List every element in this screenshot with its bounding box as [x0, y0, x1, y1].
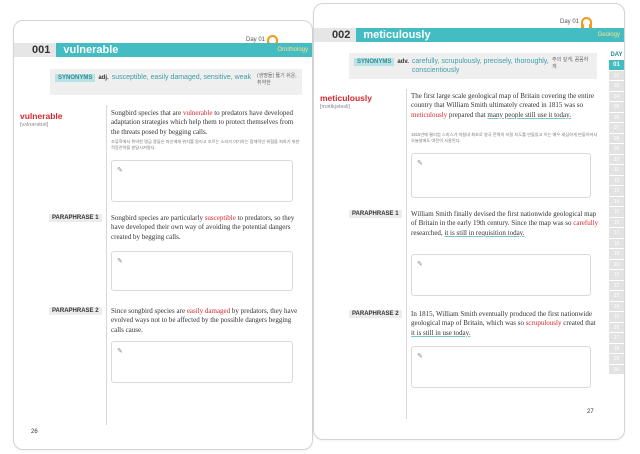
- pencil-icon: ✎: [417, 160, 423, 167]
- day-tabs-label: DAY: [610, 52, 623, 58]
- day-tab-08[interactable]: 08: [609, 133, 624, 144]
- page-number: 27: [587, 409, 594, 415]
- day-tab-11[interactable]: 11: [609, 165, 624, 176]
- day-tab-13[interactable]: 13: [609, 186, 624, 197]
- page-number: 26: [31, 429, 38, 435]
- day-tab-14[interactable]: 14: [609, 196, 624, 207]
- day-tab-30[interactable]: 30: [609, 364, 624, 375]
- headword: meticulously: [320, 93, 372, 103]
- day-label: Day 01: [560, 19, 580, 25]
- entry-subject: Geology: [597, 32, 620, 38]
- synonyms-tag: SYNONYMS: [55, 74, 96, 82]
- entry-header: 002 meticulously Geology: [314, 28, 624, 42]
- entry-word: vulnerable Ornithology: [56, 43, 312, 57]
- day-tab-03[interactable]: 03: [609, 81, 624, 92]
- entry-word-text: vulnerable: [63, 44, 119, 56]
- entry-number: 002: [314, 28, 357, 42]
- paraphrase-2-label: PARAPHRASE 2: [49, 307, 102, 315]
- day-tab-16[interactable]: 16: [609, 217, 624, 228]
- day-tab-21[interactable]: 21: [609, 270, 624, 281]
- korean-translation: 1815년에 윌리엄 스미스가 마침내 최초로 영국 전역의 지질 지도를 만들…: [411, 132, 598, 143]
- paraphrase-1-sentence: William Smith finally devised the first …: [411, 210, 599, 237]
- entry-word: meticulously Geology: [356, 28, 624, 42]
- day-tab-19[interactable]: 19: [609, 249, 624, 260]
- day-tab-27[interactable]: 27: [609, 333, 624, 344]
- paraphrase-2-label: PARAPHRASE 2: [349, 310, 402, 318]
- day-tab-24[interactable]: 24: [609, 301, 624, 312]
- korean-translation: 조류학에서 취약한 명금 종들은 자신에게 위치를 알리고 조르는 소리가 야기…: [111, 139, 300, 150]
- keyword-highlight: easily damaged: [186, 307, 231, 315]
- headphones-icon[interactable]: [581, 17, 593, 29]
- day-tab-07[interactable]: 07: [609, 123, 624, 134]
- underlined-phrase: it is still in requisition today.: [444, 228, 525, 237]
- synonyms-list: carefully, scrupulously, precisely, thor…: [411, 58, 549, 74]
- day-tab-28[interactable]: 28: [609, 343, 624, 354]
- pencil-icon: ✎: [417, 353, 423, 360]
- day-tab-05[interactable]: 05: [609, 102, 624, 113]
- day-tabs: DAY 01 02 03 04 05 06 07 08 09 10 11 12 13 14 15 16 17 18…: [609, 52, 624, 375]
- memo-box[interactable]: ✎: [111, 341, 293, 383]
- part-of-speech: adj.: [98, 75, 109, 81]
- memo-box[interactable]: ✎: [411, 254, 591, 296]
- day-tab-23[interactable]: 23: [609, 291, 624, 302]
- synonyms-box: SYNONYMS adv. carefully, scrupulously, p…: [349, 53, 597, 79]
- day-tab-15[interactable]: 15: [609, 207, 624, 218]
- day-tab-12[interactable]: 12: [609, 175, 624, 186]
- keyword-highlight: susceptible: [204, 214, 236, 222]
- pronunciation: [mətikjələsli]: [320, 104, 350, 110]
- pencil-icon: ✎: [117, 348, 123, 355]
- entry-header: 001 vulnerable Ornithology: [14, 43, 312, 57]
- entry-word-text: meticulously: [363, 29, 431, 41]
- example-sentence: The first large scale geological map of …: [411, 92, 594, 119]
- pencil-icon: ✎: [117, 167, 123, 174]
- keyword-highlight: scrupulously: [525, 319, 562, 328]
- column-divider: [406, 89, 407, 419]
- day-tab-18[interactable]: 18: [609, 238, 624, 249]
- day-tab-06[interactable]: 06: [609, 112, 624, 123]
- headword: vulnerable: [20, 111, 63, 121]
- day-tab-02[interactable]: 02: [609, 70, 624, 81]
- pencil-icon: ✎: [117, 258, 123, 265]
- day-tab-20[interactable]: 20: [609, 259, 624, 270]
- synonyms-tag: SYNONYMS: [354, 58, 395, 66]
- synonyms-list: susceptible, easily damaged, sensitive, …: [111, 74, 251, 81]
- paraphrase-1-label: PARAPHRASE 1: [49, 214, 102, 222]
- day-tab-25[interactable]: 25: [609, 312, 624, 323]
- day-tab-01[interactable]: 01: [609, 60, 624, 71]
- day-tab-10[interactable]: 10: [609, 154, 624, 165]
- day-tab-04[interactable]: 04: [609, 91, 624, 102]
- paraphrase-2-sentence: Since songbird species are easily damage…: [111, 307, 298, 334]
- entry-subject: Ornithology: [277, 47, 308, 53]
- korean-meaning: 주의 깊게, 꼼꼼하게: [552, 57, 589, 70]
- column-divider: [106, 105, 107, 425]
- keyword-highlight: carefully: [573, 219, 599, 228]
- right-page: Day 01 002 meticulously Geology SYNONYMS…: [313, 3, 625, 440]
- paraphrase-1-sentence: Songbird species are particularly suscep…: [111, 214, 295, 241]
- pronunciation: [vʌlnərəbəl]: [20, 122, 49, 128]
- day-indicator: Day 01: [560, 17, 593, 29]
- entry-number: 001: [14, 43, 57, 57]
- memo-box[interactable]: ✎: [111, 251, 293, 291]
- day-tab-26[interactable]: 26: [609, 322, 624, 333]
- memo-box[interactable]: ✎: [411, 346, 591, 388]
- day-tab-17[interactable]: 17: [609, 228, 624, 239]
- memo-box[interactable]: ✎: [111, 160, 293, 202]
- keyword-highlight: vulnerable: [182, 109, 213, 117]
- pencil-icon: ✎: [417, 261, 423, 268]
- day-tab-22[interactable]: 22: [609, 280, 624, 291]
- part-of-speech: adv.: [397, 59, 409, 65]
- underlined-phrase: many people still use it today.: [487, 110, 571, 119]
- korean-meaning: (생명들) 뚫기 쉬운, 취약한: [257, 73, 297, 86]
- synonyms-box: SYNONYMS adj. susceptible, easily damage…: [50, 69, 302, 95]
- day-tab-29[interactable]: 29: [609, 354, 624, 365]
- example-sentence: Songbird species that are vulnerable to …: [111, 109, 294, 136]
- day-tab-09[interactable]: 09: [609, 144, 624, 155]
- paraphrase-1-label: PARAPHRASE 1: [349, 210, 402, 218]
- keyword-highlight: meticulously: [411, 110, 448, 119]
- paraphrase-2-sentence: In 1815, William Smith eventually produc…: [411, 310, 596, 337]
- memo-box[interactable]: ✎: [411, 153, 591, 198]
- underlined-phrase: it is still in use today.: [411, 328, 471, 337]
- left-page: Day 01 001 vulnerable Ornithology SYNONY…: [13, 20, 313, 450]
